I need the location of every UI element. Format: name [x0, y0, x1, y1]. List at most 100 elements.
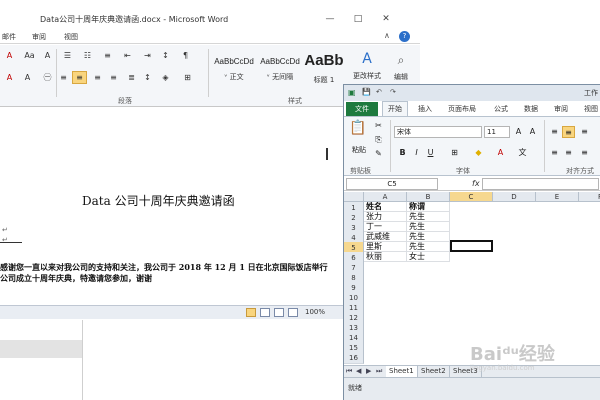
multilevel-list-icon[interactable]: ≡: [100, 49, 115, 62]
style-heading-1[interactable]: AaBb 标题 1: [304, 49, 344, 85]
format-painter-icon[interactable]: ✎: [372, 148, 385, 160]
decrease-indent-icon[interactable]: ⇤: [120, 49, 135, 62]
border-icon[interactable]: ⊞: [448, 147, 461, 159]
tab-view[interactable]: 视图: [584, 104, 598, 114]
font-color-icon[interactable]: A: [2, 49, 17, 62]
shrink-font-icon[interactable]: A: [526, 126, 539, 138]
next-sheet-icon[interactable]: ▶: [366, 367, 371, 375]
align-top-icon[interactable]: ≡: [548, 126, 561, 138]
prev-sheet-icon[interactable]: ◀: [356, 367, 361, 375]
name-box[interactable]: C5: [346, 178, 438, 190]
cut-icon[interactable]: ✂: [372, 120, 385, 132]
sheet-tab-2[interactable]: Sheet2: [418, 366, 450, 377]
align-left-icon[interactable]: ≡: [548, 147, 561, 159]
phonetic-icon[interactable]: 文: [516, 147, 529, 159]
cell-a4[interactable]: 武威维: [364, 232, 407, 242]
tab-review[interactable]: 审阅: [32, 32, 46, 42]
cell-a6[interactable]: 秋丽: [364, 252, 407, 262]
close-button[interactable]: ✕: [374, 12, 398, 26]
cell-b3[interactable]: 先生: [407, 222, 450, 232]
paste-icon[interactable]: 📋: [348, 120, 368, 142]
enclose-char-icon[interactable]: ㊀: [40, 71, 55, 84]
underline-icon[interactable]: U: [424, 147, 437, 159]
grow-font-icon[interactable]: A: [20, 71, 35, 84]
first-sheet-icon[interactable]: ⏮: [346, 367, 352, 376]
numbering-icon[interactable]: ☷: [80, 49, 95, 62]
align-center-icon[interactable]: ≡: [72, 71, 87, 84]
collapse-ribbon-icon[interactable]: ∧: [384, 31, 390, 40]
reading-view-icon[interactable]: [260, 308, 270, 317]
column-header-a[interactable]: A: [364, 192, 407, 202]
style-no-spacing[interactable]: AaBbCcDd ᵛ 无间隔: [258, 49, 302, 85]
file-tab[interactable]: 文件: [346, 102, 378, 116]
text-color-icon[interactable]: A: [2, 71, 17, 84]
sort-icon[interactable]: ↕: [158, 49, 173, 62]
zoom-level[interactable]: 100%: [305, 308, 325, 316]
formula-input[interactable]: [482, 178, 599, 190]
cell-b4[interactable]: 先生: [407, 232, 450, 242]
insert-function-icon[interactable]: fx: [472, 179, 480, 188]
column-header-f[interactable]: F: [579, 192, 600, 202]
edit-button[interactable]: ⌕ 编辑: [388, 49, 414, 85]
web-layout-icon[interactable]: [274, 308, 284, 317]
cell-c5-selected[interactable]: [450, 240, 493, 252]
outline-view-icon[interactable]: [288, 308, 298, 317]
cell-b6[interactable]: 女士: [407, 252, 450, 262]
align-left-icon[interactable]: ≡: [56, 71, 71, 84]
copy-icon[interactable]: ⎘: [372, 134, 385, 146]
align-bottom-icon[interactable]: ≡: [578, 126, 591, 138]
align-right-icon[interactable]: ≡: [90, 71, 105, 84]
sheet-tab-1[interactable]: Sheet1: [386, 366, 418, 377]
font-color-icon[interactable]: A: [494, 147, 507, 159]
cell-a2[interactable]: 张力: [364, 212, 407, 222]
print-layout-icon[interactable]: [246, 308, 256, 317]
select-all-corner[interactable]: [344, 192, 364, 202]
tab-page-layout[interactable]: 页面布局: [448, 104, 476, 114]
bold-icon[interactable]: B: [396, 147, 409, 159]
minimize-button[interactable]: —: [318, 12, 342, 26]
tab-formulas[interactable]: 公式: [494, 104, 508, 114]
maximize-button[interactable]: □: [346, 12, 370, 26]
column-header-c[interactable]: C: [450, 192, 493, 202]
cell-b1[interactable]: 称谓: [407, 202, 450, 212]
fill-color-icon[interactable]: ◆: [472, 147, 485, 159]
tab-review[interactable]: 审阅: [554, 104, 568, 114]
font-size-select[interactable]: 11: [484, 126, 510, 138]
save-icon[interactable]: 💾: [362, 88, 371, 96]
align-middle-icon[interactable]: ≡: [562, 126, 575, 138]
borders-icon[interactable]: ⊞: [180, 71, 195, 84]
change-case-icon[interactable]: Aa: [22, 49, 37, 62]
cell-a1[interactable]: 姓名: [364, 202, 407, 212]
tab-mailings[interactable]: 邮件: [2, 32, 16, 42]
cell-a5[interactable]: 里斯: [364, 242, 407, 252]
column-header-d[interactable]: D: [493, 192, 536, 202]
distributed-icon[interactable]: ≣: [124, 71, 139, 84]
undo-icon[interactable]: ↶: [376, 88, 382, 96]
change-styles-button[interactable]: A 更改样式: [350, 49, 384, 85]
last-sheet-icon[interactable]: ⏭: [376, 367, 382, 376]
font-name-select[interactable]: 宋体: [394, 126, 482, 138]
column-header-b[interactable]: B: [407, 192, 450, 202]
tab-home[interactable]: 开始: [382, 101, 408, 116]
paste-label[interactable]: 粘贴: [352, 145, 366, 155]
style-normal[interactable]: AaBbCcDd ᵛ 正文: [212, 49, 256, 85]
redo-icon[interactable]: ↷: [390, 88, 396, 96]
shading-icon[interactable]: ◈: [158, 71, 173, 84]
cell-b2[interactable]: 先生: [407, 212, 450, 222]
worksheet-grid[interactable]: A B C D E F 1 2 3 4 5 6 7 8 9 10 11 12 1…: [344, 192, 600, 364]
grow-font-icon[interactable]: A: [512, 126, 525, 138]
bullets-icon[interactable]: ☰: [60, 49, 75, 62]
italic-icon[interactable]: I: [410, 147, 423, 159]
cell-b5[interactable]: 先生: [407, 242, 450, 252]
line-spacing-icon[interactable]: ↕: [140, 71, 155, 84]
help-icon[interactable]: ?: [399, 31, 410, 42]
justify-icon[interactable]: ≡: [106, 71, 121, 84]
row-header[interactable]: 16: [344, 352, 364, 364]
cell-a3[interactable]: 丁一: [364, 222, 407, 232]
tab-insert[interactable]: 插入: [418, 104, 432, 114]
tab-view[interactable]: 视图: [64, 32, 78, 42]
show-marks-icon[interactable]: ¶: [178, 49, 193, 62]
clear-format-icon[interactable]: A: [40, 49, 55, 62]
tab-data[interactable]: 数据: [524, 104, 538, 114]
increase-indent-icon[interactable]: ⇥: [140, 49, 155, 62]
